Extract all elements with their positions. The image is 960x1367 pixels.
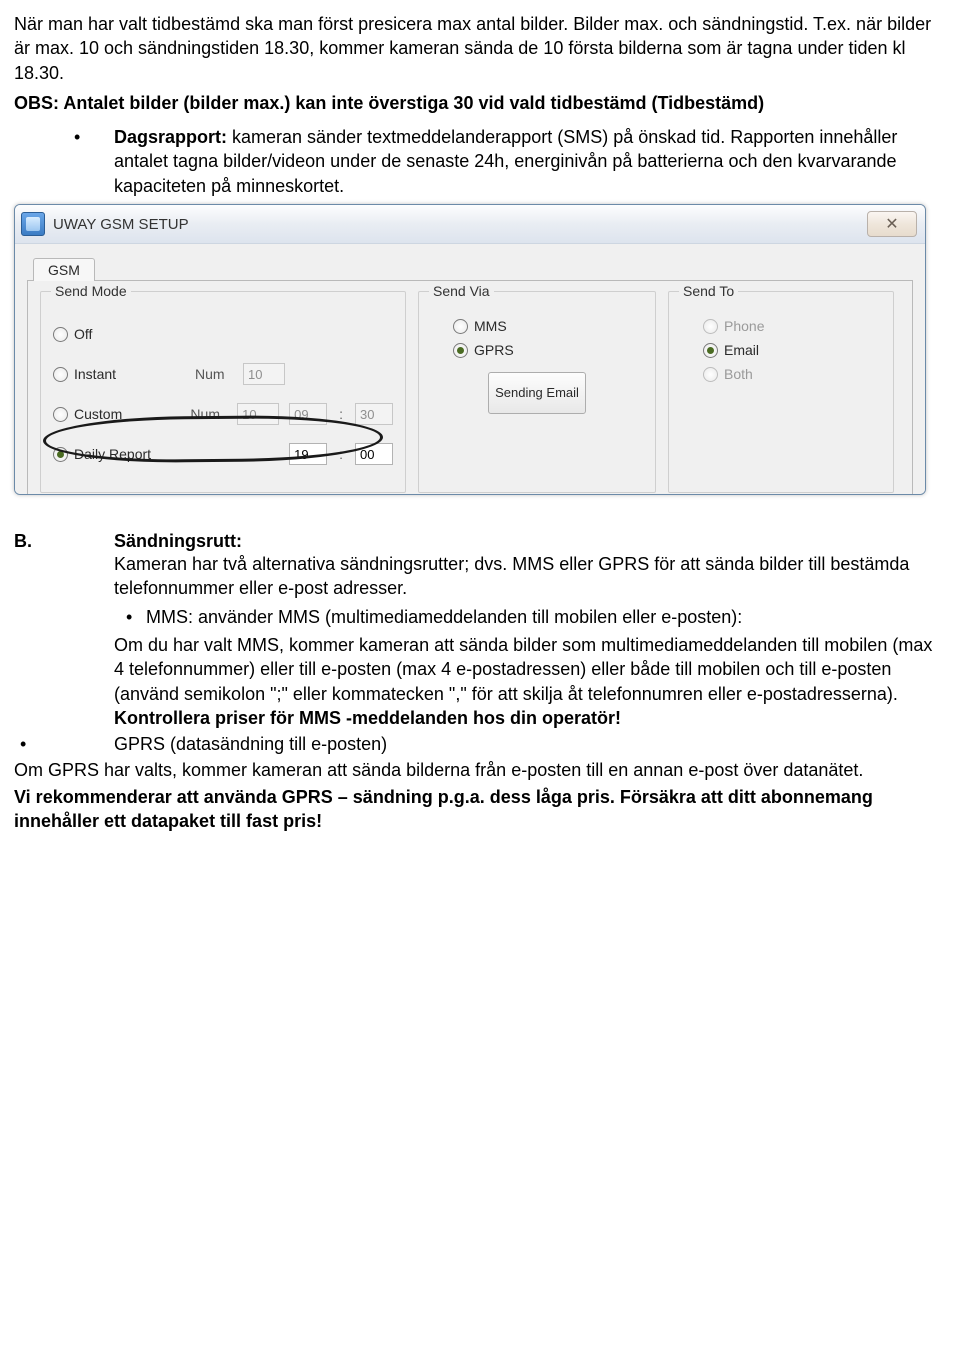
radio-custom-label: Custom: [74, 406, 122, 422]
num-label: Num: [195, 366, 233, 382]
mms-body-bold: Kontrollera priser för MMS -meddelanden …: [114, 708, 621, 728]
bullet-mms: MMS: använder MMS (multimediameddelanden…: [114, 605, 946, 629]
bullet-gprs: GPRS (datasändning till e-posten): [14, 732, 946, 756]
radio-gprs[interactable]: GPRS: [453, 342, 643, 358]
radio-both-label: Both: [724, 366, 753, 382]
radio-phone[interactable]: Phone: [703, 318, 881, 334]
daily-hour-input[interactable]: [289, 443, 327, 465]
recommendation: Vi rekommenderar att använda GPRS – sänd…: [14, 785, 946, 834]
instant-num-input[interactable]: [243, 363, 285, 385]
custom-hour-input[interactable]: [289, 403, 327, 425]
radio-email-label: Email: [724, 342, 759, 358]
radio-phone-label: Phone: [724, 318, 764, 334]
radio-dot: [703, 367, 718, 382]
radio-dot: [453, 343, 468, 358]
sending-email-label: Sending Email: [495, 386, 579, 401]
group-send-mode: Send Mode Off Instant: [40, 291, 406, 493]
group-send-to: Send To Phone Email Both: [668, 291, 894, 493]
legend-send-mode: Send Mode: [51, 283, 131, 299]
tab-gsm[interactable]: GSM: [33, 258, 95, 281]
radio-daily-label: Daily Report: [74, 446, 151, 462]
radio-daily-report[interactable]: Daily Report: [53, 446, 151, 462]
radio-off[interactable]: Off: [53, 326, 92, 342]
section-b-intro: Kameran har två alternativa sändningsrut…: [114, 552, 946, 601]
mms-header: MMS: använder MMS (multimediameddelanden…: [146, 607, 742, 627]
paragraph-obs: OBS: Antalet bilder (bilder max.) kan in…: [14, 91, 946, 115]
time-colon: :: [337, 406, 345, 422]
close-button[interactable]: ✕: [867, 211, 917, 237]
radio-off-label: Off: [74, 326, 92, 342]
mms-body: Om du har valt MMS, kommer kameran att s…: [114, 633, 946, 730]
gprs-body: Om GPRS har valts, kommer kameran att sä…: [14, 758, 946, 782]
radio-dot: [53, 327, 68, 342]
uway-gsm-setup-window: UWAY GSM SETUP ✕ GSM Send Mode Off: [14, 204, 926, 495]
radio-dot: [453, 319, 468, 334]
titlebar[interactable]: UWAY GSM SETUP ✕: [15, 205, 925, 244]
section-b: B. Sändningsrutt: Kameran har två altern…: [14, 531, 946, 833]
sending-email-button[interactable]: Sending Email: [488, 372, 586, 414]
tab-content: Send Mode Off Instant: [27, 280, 913, 495]
recommendation-a: Vi rekommenderar att använda GPRS – sänd…: [14, 787, 620, 807]
radio-mms[interactable]: MMS: [453, 318, 643, 334]
bullet-dagsrapport: Dagsrapport: kameran sänder textmeddelan…: [14, 125, 946, 198]
radio-instant[interactable]: Instant: [53, 366, 116, 382]
daily-min-input[interactable]: [355, 443, 393, 465]
custom-num-input[interactable]: [237, 403, 279, 425]
time-colon: :: [337, 446, 345, 462]
app-icon: [21, 212, 45, 236]
dagsrapport-text: kameran sänder textmeddelanderapport (SM…: [114, 127, 897, 196]
gprs-header: GPRS (datasändning till e-posten): [114, 734, 387, 754]
radio-custom[interactable]: Custom: [53, 406, 122, 422]
legend-send-to: Send To: [679, 283, 738, 299]
radio-dot: [53, 407, 68, 422]
mms-body-text: Om du har valt MMS, kommer kameran att s…: [114, 635, 932, 704]
paragraph-intro: När man har valt tidbestämd ska man förs…: [14, 12, 946, 85]
window-body: GSM Send Mode Off: [15, 244, 925, 494]
section-b-letter: B.: [14, 531, 114, 552]
window-title: UWAY GSM SETUP: [53, 216, 189, 233]
radio-dot: [53, 447, 68, 462]
radio-gprs-label: GPRS: [474, 342, 514, 358]
radio-dot: [53, 367, 68, 382]
radio-instant-label: Instant: [74, 366, 116, 382]
radio-email[interactable]: Email: [703, 342, 881, 358]
custom-min-input[interactable]: [355, 403, 393, 425]
dagsrapport-label: Dagsrapport:: [114, 127, 227, 147]
radio-dot: [703, 343, 718, 358]
radio-mms-label: MMS: [474, 318, 507, 334]
close-icon: ✕: [885, 214, 898, 234]
legend-send-via: Send Via: [429, 283, 494, 299]
radio-dot: [703, 319, 718, 334]
section-b-title: Sändningsrutt:: [114, 531, 946, 552]
group-send-via: Send Via MMS GPRS Sending Email: [418, 291, 656, 493]
tab-strip: GSM: [33, 254, 913, 280]
num-label: Num: [190, 406, 227, 422]
radio-both[interactable]: Both: [703, 366, 881, 382]
